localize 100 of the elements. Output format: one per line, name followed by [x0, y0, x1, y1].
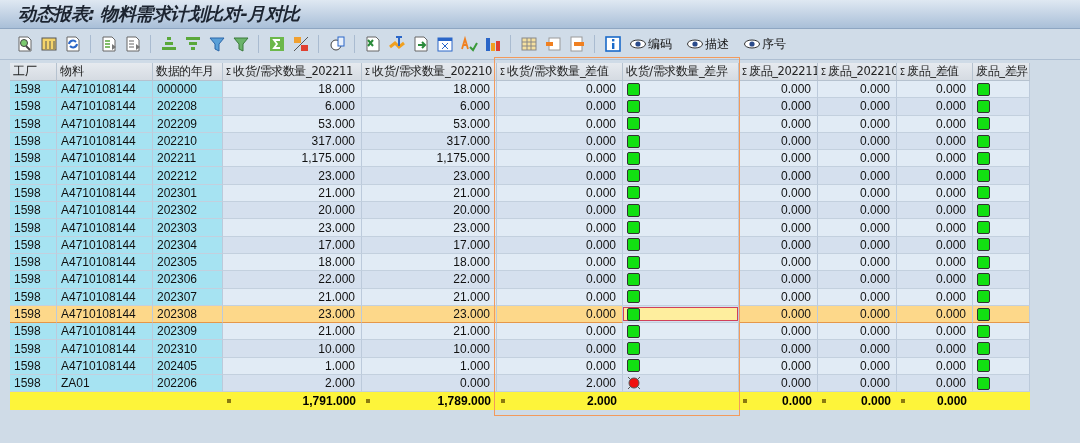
table-cell: 0.000 [739, 375, 818, 393]
table-cell: 1598 [10, 271, 57, 289]
table-cell: 0.000 [362, 375, 497, 393]
total-row-cell [10, 392, 57, 410]
table-cell: 0.000 [818, 375, 897, 393]
table-cell: 0.000 [739, 340, 818, 358]
table-cell: 23.000 [362, 219, 497, 237]
column-header[interactable]: 废品_差异 [973, 63, 1030, 81]
table-cell: 202206 [153, 375, 223, 393]
sum-icon [226, 68, 231, 75]
info-icon[interactable] [602, 33, 623, 55]
table-cell: 1,175.000 [362, 150, 497, 168]
table-cell: A4710108144 [57, 81, 153, 99]
table-cell: 0.000 [497, 271, 623, 289]
table-cell: 0.000 [897, 81, 973, 99]
toolbar-button[interactable]: 描述 [683, 35, 737, 53]
table-cell: 202208 [153, 98, 223, 116]
table-cell: 0.000 [818, 340, 897, 358]
table-cell: 0.000 [497, 219, 623, 237]
table-cell: 10.000 [362, 340, 497, 358]
total-marker-icon [227, 399, 231, 403]
table-cell: 0.000 [739, 98, 818, 116]
table-cell: 000000 [153, 81, 223, 99]
table-cell: 202302 [153, 202, 223, 220]
table-cell: 0.000 [739, 81, 818, 99]
table-cell: 0.000 [497, 202, 623, 220]
table-cell: 0.000 [497, 340, 623, 358]
total-marker-icon [501, 399, 505, 403]
sum-icon [742, 68, 747, 75]
column-header[interactable]: 物料 [57, 63, 153, 81]
eye-icon [744, 39, 760, 49]
total-marker-icon [366, 399, 370, 403]
table-cell: 0.000 [818, 81, 897, 99]
table-cell: 21.000 [362, 323, 497, 341]
eye-icon [630, 39, 646, 49]
table-cell: 0.000 [739, 219, 818, 237]
column-header[interactable]: 工厂 [10, 63, 57, 81]
table-cell: A4710108144 [57, 202, 153, 220]
button-label: 描述 [705, 35, 729, 53]
table-cell: 2.000 [223, 375, 362, 393]
table-cell: 0.000 [818, 167, 897, 185]
table-cell: 1598 [10, 81, 57, 99]
table-cell: 0.000 [818, 98, 897, 116]
table-cell: A4710108144 [57, 271, 153, 289]
column-header[interactable]: 收货/需求数量_202210 [362, 63, 497, 81]
table-cell: ZA01 [57, 375, 153, 393]
table-cell: 0.000 [818, 219, 897, 237]
table-cell: 0.000 [897, 150, 973, 168]
table-cell: 18.000 [223, 81, 362, 99]
table-cell: 202310 [153, 340, 223, 358]
total-row-cell [973, 392, 1030, 410]
table-cell: 1598 [10, 202, 57, 220]
table-cell: A4710108144 [57, 219, 153, 237]
table-cell: A4710108144 [57, 323, 153, 341]
table-cell: 6.000 [223, 98, 362, 116]
table-cell: 10.000 [223, 340, 362, 358]
table-cell: 0.000 [897, 375, 973, 393]
eye-icon [687, 39, 703, 49]
total-cell: 0.000 [897, 392, 973, 410]
total-cell: 0.000 [818, 392, 897, 410]
table-cell: 0.000 [497, 167, 623, 185]
table-cell: 0.000 [497, 150, 623, 168]
table-cell: 1598 [10, 98, 57, 116]
sum-icon [500, 68, 505, 75]
table-cell: 0.000 [897, 167, 973, 185]
column-header[interactable]: 收货/需求数量_差异 [623, 63, 739, 81]
table-cell: 0.000 [497, 81, 623, 99]
table-cell: A4710108144 [57, 98, 153, 116]
table-cell: 1598 [10, 167, 57, 185]
table-cell: 0.000 [897, 271, 973, 289]
table-cell: 0.000 [818, 271, 897, 289]
toolbar-button[interactable]: 序号 [740, 35, 794, 53]
table-cell: 23.000 [362, 167, 497, 185]
table-cell: 1598 [10, 340, 57, 358]
table-cell: 2.000 [497, 375, 623, 393]
table-cell: 18.000 [362, 81, 497, 99]
table-cell: 22.000 [362, 271, 497, 289]
window-title: 动态报表: 物料需求计划比对-月对比 [18, 2, 300, 26]
toolbar-button[interactable]: 编码 [626, 35, 680, 53]
total-cell: 2.000 [497, 392, 623, 410]
column-header[interactable]: 数据的年月 [153, 63, 223, 81]
table-cell: 1598 [10, 375, 57, 393]
table-cell: 202306 [153, 271, 223, 289]
button-label: 序号 [762, 35, 786, 53]
table-cell: 202309 [153, 323, 223, 341]
table-cell: 23.000 [223, 167, 362, 185]
column-header[interactable]: 收货/需求数量_差值 [497, 63, 623, 81]
table-cell: A4710108144 [57, 340, 153, 358]
table-cell: 21.000 [223, 323, 362, 341]
table-cell: 202212 [153, 167, 223, 185]
table-cell: 22.000 [223, 271, 362, 289]
column-header[interactable]: 废品_差值 [897, 63, 973, 81]
table-cell: 202211 [153, 150, 223, 168]
total-marker-icon [901, 399, 905, 403]
table-cell: 0.000 [818, 323, 897, 341]
table-cell: A4710108144 [57, 167, 153, 185]
table-cell: 0.000 [897, 98, 973, 116]
table-cell: 1598 [10, 219, 57, 237]
column-header[interactable]: 收货/需求数量_202211 [223, 63, 362, 81]
sum-icon [821, 68, 826, 75]
